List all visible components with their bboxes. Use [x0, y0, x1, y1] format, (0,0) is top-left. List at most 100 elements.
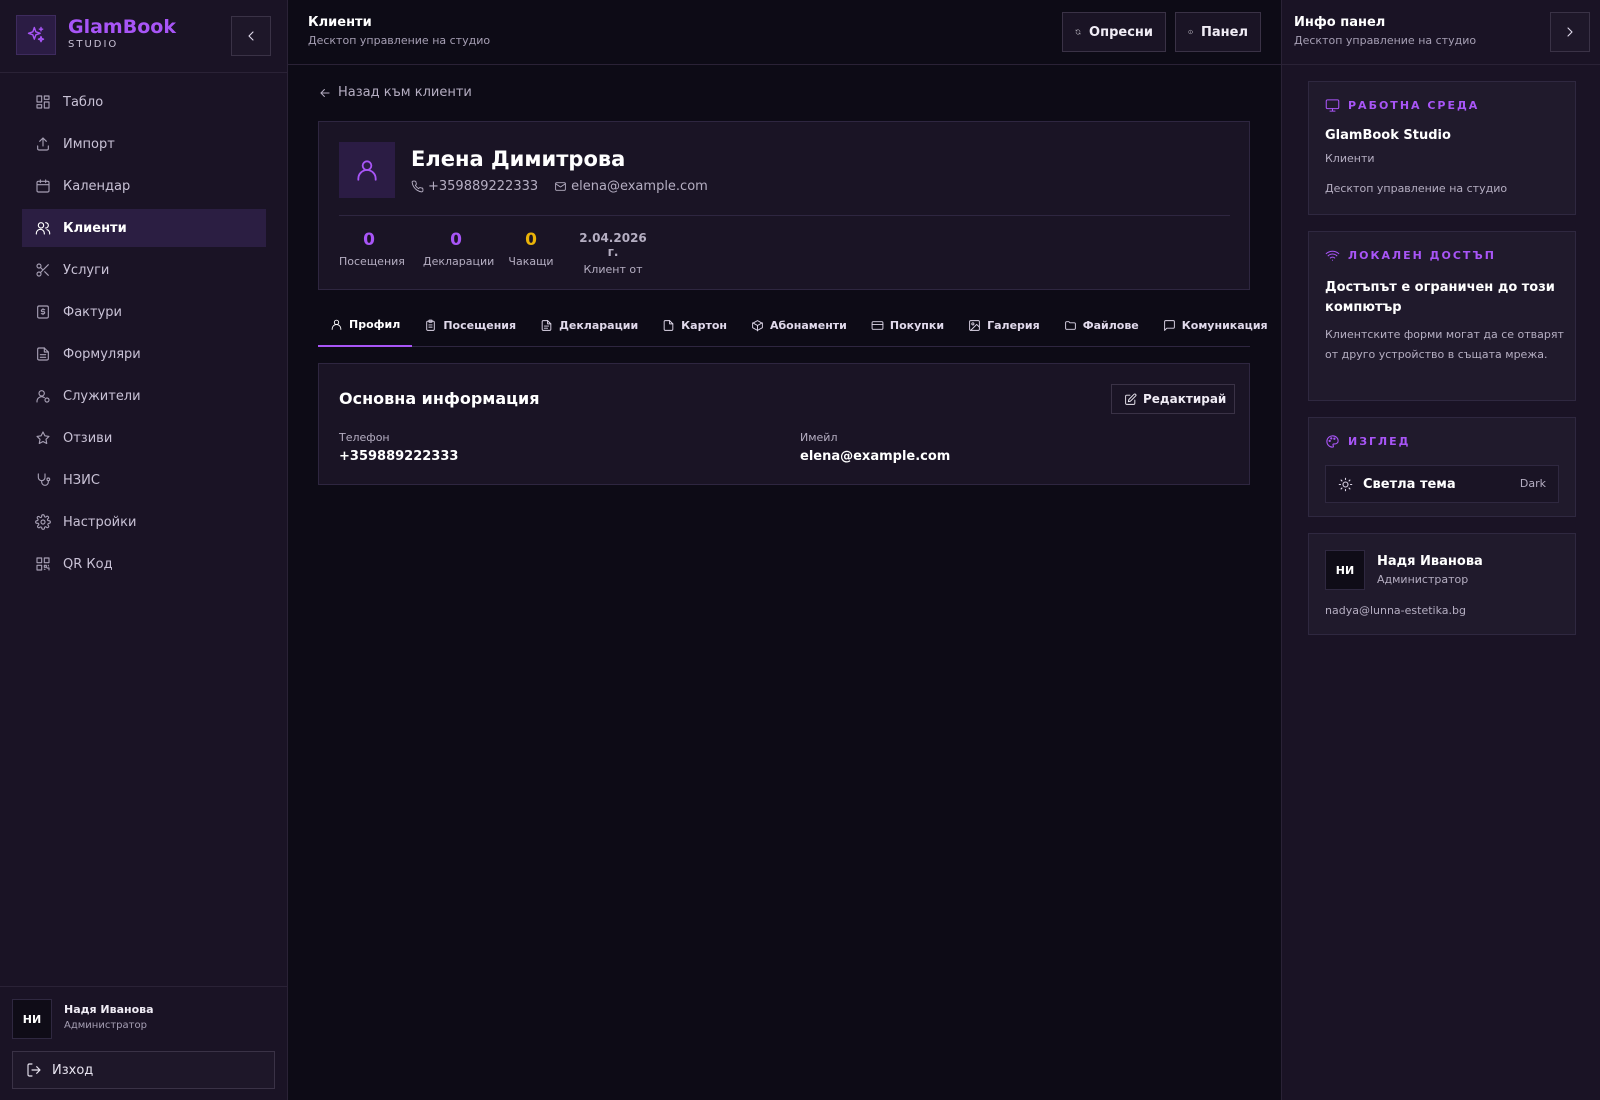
user-card: НИ Надя Иванова Администратор nadya@lunn… — [1308, 533, 1576, 635]
tab-subscriptions[interactable]: Абонаменти — [739, 304, 859, 347]
sidebar-item-invoices[interactable]: Фактури — [22, 293, 266, 331]
email-label: Имейл — [800, 431, 838, 444]
card-heading: ЛОКАЛЕН ДОСТЪП — [1325, 248, 1496, 263]
theme-toggle[interactable]: Светла тема Dark — [1325, 465, 1559, 503]
calendar-icon — [36, 179, 50, 193]
sidebar-item-import[interactable]: Импорт — [22, 125, 266, 163]
edit-icon — [1125, 393, 1137, 405]
users-icon — [35, 222, 51, 235]
collapse-sidebar-button[interactable] — [231, 16, 271, 56]
panel-label: Панел — [1201, 24, 1248, 40]
sidebar-nav: Табло Импорт Календар Клиенти Услуги Фак… — [22, 83, 266, 587]
staff-icon — [36, 390, 50, 403]
basic-info-card: Основна информация Редактирай Телефон +3… — [318, 363, 1250, 485]
credit-card-icon — [871, 321, 884, 330]
tab-label: Покупки — [889, 319, 945, 332]
tab-communication[interactable]: Комуникация — [1151, 304, 1280, 347]
sidebar-item-settings[interactable]: Настройки — [22, 503, 266, 541]
appearance-card: ИЗГЛЕД Светла тема Dark — [1308, 417, 1576, 517]
logout-button[interactable]: Изход — [12, 1051, 275, 1089]
sidebar-item-nzis[interactable]: НЗИС — [22, 461, 266, 499]
panel-button[interactable]: Панел — [1175, 12, 1261, 52]
sidebar-item-reviews[interactable]: Отзиви — [22, 419, 266, 457]
user-icon — [331, 319, 342, 330]
sidebar-item-label: Клиенти — [63, 220, 127, 236]
heading-text: РАБОТНА СРЕДА — [1348, 99, 1480, 112]
edit-label: Редактирай — [1143, 392, 1227, 406]
stat-client-since: 2.04.2026 г. Клиент от — [573, 230, 653, 276]
page-title: Клиенти — [308, 15, 372, 30]
user-role: Администратор — [64, 1020, 147, 1031]
stat-label: Чакащи — [508, 255, 554, 268]
sparkles-icon — [16, 15, 56, 55]
sidebar-item-label: Услуги — [63, 262, 110, 278]
sidebar-item-qr-code[interactable]: QR Код — [22, 545, 266, 583]
divider — [0, 72, 288, 73]
sidebar-item-label: Календар — [63, 178, 131, 194]
file-icon — [663, 320, 674, 331]
client-phone[interactable]: +359889222333 — [428, 179, 538, 194]
invoice-icon — [37, 305, 49, 319]
close-panel-button[interactable] — [1550, 12, 1590, 52]
sidebar-item-dashboard[interactable]: Табло — [22, 83, 266, 121]
edit-button[interactable]: Редактирай — [1111, 384, 1235, 414]
sidebar-item-calendar[interactable]: Календар — [22, 167, 266, 205]
refresh-button[interactable]: Опресни — [1062, 12, 1166, 52]
sidebar-item-services[interactable]: Услуги — [22, 251, 266, 289]
sidebar-item-label: Отзиви — [63, 430, 113, 446]
top-header: Клиенти Десктоп управление на студио Опр… — [288, 0, 1281, 65]
tab-label: Профил — [349, 318, 401, 331]
client-tabs: Профил Посещения Декларации Картон Абона… — [318, 304, 1268, 347]
stat-declarations: 0 Декларации — [423, 230, 495, 268]
form-icon — [37, 347, 49, 361]
stat-value: 0 — [525, 230, 537, 250]
heading-text: ИЗГЛЕД — [1348, 435, 1411, 448]
sidebar-item-forms[interactable]: Формуляри — [22, 335, 266, 373]
client-name: Елена Димитрова — [411, 147, 626, 171]
info-panel-subtitle: Десктоп управление на студио — [1294, 34, 1477, 47]
sidebar-user[interactable]: НИ Надя Иванова Администратор — [12, 999, 276, 1039]
user-name: Надя Иванова — [1377, 554, 1483, 569]
logout-icon — [27, 1063, 41, 1077]
stat-pending: 0 Чакащи — [507, 230, 555, 268]
back-to-clients-link[interactable]: Назад към клиенти — [318, 85, 472, 100]
tab-files[interactable]: Файлове — [1052, 304, 1151, 347]
arrow-left-icon — [320, 88, 330, 97]
tab-gallery[interactable]: Галерия — [956, 304, 1052, 347]
sidebar-item-staff[interactable]: Служители — [22, 377, 266, 415]
monitor-icon — [1325, 99, 1340, 112]
client-contacts: +359889222333 elena@example.com — [411, 179, 708, 194]
sidebar-item-label: Служители — [63, 388, 141, 404]
sidebar-item-label: Настройки — [63, 514, 137, 530]
phone-label: Телефон — [339, 431, 390, 444]
user-icon — [357, 160, 377, 181]
dashboard-icon — [36, 95, 50, 109]
client-profile-card: Елена Димитрова +359889222333 elena@exam… — [318, 121, 1250, 290]
tab-declarations[interactable]: Декларации — [528, 304, 650, 347]
brand-name: GlamBook — [68, 16, 176, 38]
sidebar: GlamBook STUDIO Табло Импорт Календар Кл… — [0, 0, 288, 1100]
folder-icon — [1064, 321, 1076, 330]
client-avatar — [339, 142, 395, 198]
user-email: nadya@lunna-estetika.bg — [1325, 604, 1466, 617]
sidebar-item-label: Табло — [63, 94, 104, 110]
client-email[interactable]: elena@example.com — [571, 179, 708, 194]
tab-visits[interactable]: Посещения — [412, 304, 528, 347]
card-heading: ИЗГЛЕД — [1325, 434, 1410, 449]
theme-current-value: Dark — [1519, 477, 1546, 490]
tab-purchases[interactable]: Покупки — [859, 304, 956, 347]
info-panel-title: Инфо панел — [1294, 15, 1386, 30]
tab-label: Комуникация — [1181, 319, 1268, 332]
stat-label: Декларации — [423, 255, 495, 268]
tab-profile[interactable]: Профил — [318, 304, 413, 347]
tab-label: Абонаменти — [769, 319, 847, 332]
image-icon — [969, 320, 980, 331]
tab-card[interactable]: Картон — [650, 304, 739, 347]
sidebar-item-clients[interactable]: Клиенти — [22, 209, 266, 247]
refresh-label: Опресни — [1089, 24, 1153, 40]
email-value: elena@example.com — [800, 449, 951, 464]
heading-text: ЛОКАЛЕН ДОСТЪП — [1348, 249, 1496, 262]
gear-icon — [35, 514, 51, 530]
stethoscope-icon — [37, 473, 51, 486]
workspace-description: Десктоп управление на студио — [1325, 182, 1508, 195]
